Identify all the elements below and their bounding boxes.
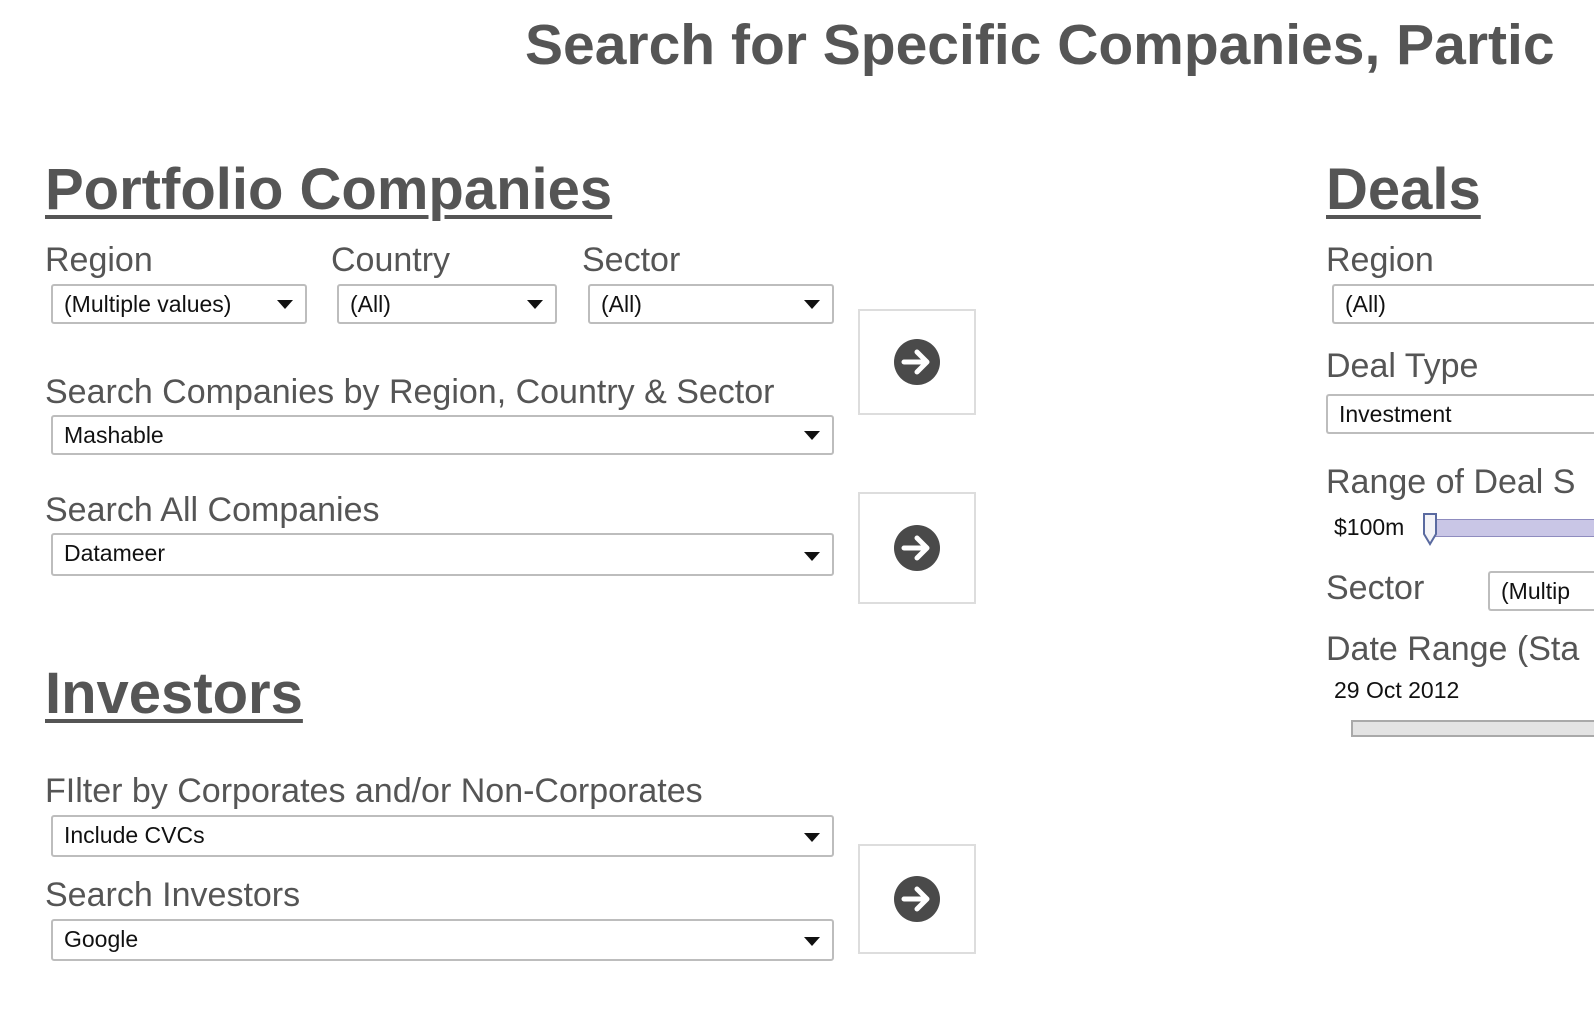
deals-region-value: (All) — [1345, 291, 1386, 317]
portfolio-region-label: Region — [45, 241, 153, 279]
portfolio-country-dropdown[interactable]: (All) — [337, 284, 557, 324]
deal-size-slider-track[interactable] — [1432, 519, 1594, 537]
caret-down-icon — [527, 300, 543, 309]
date-range-start-value: 29 Oct 2012 — [1334, 677, 1460, 703]
search-all-companies-label: Search All Companies — [45, 491, 380, 529]
deal-size-range-label: Range of Deal S — [1326, 463, 1576, 501]
portfolio-country-label: Country — [331, 241, 451, 279]
portfolio-region-value: (Multiple values) — [64, 291, 232, 317]
portfolio-sector-value: (All) — [601, 291, 642, 317]
caret-down-icon — [804, 552, 820, 561]
portfolio-region-dropdown[interactable]: (Multiple values) — [51, 284, 307, 324]
arrow-right-circle-icon — [894, 339, 940, 385]
deals-region-dropdown[interactable]: (All) — [1332, 284, 1594, 324]
deals-sector-value: (Multip — [1501, 578, 1571, 604]
search-investors-dropdown[interactable]: Google — [51, 919, 834, 961]
deals-sector-dropdown[interactable]: (Multip — [1488, 571, 1594, 611]
caret-down-icon — [804, 431, 820, 440]
caret-down-icon — [804, 833, 820, 842]
search-by-region-dropdown[interactable]: Mashable — [51, 415, 834, 455]
deal-type-dropdown[interactable]: Investment — [1326, 394, 1594, 434]
search-all-companies-value: Datameer — [64, 540, 165, 566]
deals-heading: Deals — [1326, 157, 1481, 222]
deal-type-label: Deal Type — [1326, 347, 1479, 385]
deals-sector-label: Sector — [1326, 569, 1425, 607]
caret-down-icon — [277, 300, 293, 309]
date-range-label: Date Range (Sta — [1326, 630, 1580, 668]
investors-heading: Investors — [45, 661, 303, 726]
go-button-region-search[interactable] — [858, 309, 976, 415]
arrow-right-circle-icon — [894, 876, 940, 922]
deal-type-value: Investment — [1339, 401, 1452, 427]
slider-handle-icon — [1423, 513, 1437, 546]
investor-filter-label: FIlter by Corporates and/or Non-Corporat… — [45, 772, 703, 810]
deal-size-min-value: $100m — [1334, 514, 1405, 540]
search-all-companies-dropdown[interactable]: Datameer — [51, 533, 834, 576]
arrow-right-circle-icon — [894, 525, 940, 571]
date-range-slider-track[interactable] — [1351, 720, 1594, 737]
investor-filter-value: Include CVCs — [64, 822, 205, 848]
search-by-region-value: Mashable — [64, 422, 164, 448]
search-by-region-label: Search Companies by Region, Country & Se… — [45, 373, 775, 411]
caret-down-icon — [804, 937, 820, 946]
go-button-all-companies[interactable] — [858, 492, 976, 604]
portfolio-companies-heading: Portfolio Companies — [45, 157, 613, 222]
page-title: Search for Specific Companies, Partic — [525, 13, 1555, 77]
caret-down-icon — [804, 300, 820, 309]
portfolio-sector-label: Sector — [582, 241, 681, 279]
portfolio-sector-dropdown[interactable]: (All) — [588, 284, 834, 324]
deal-size-slider-handle[interactable] — [1422, 512, 1438, 546]
portfolio-country-value: (All) — [350, 291, 391, 317]
search-investors-value: Google — [64, 926, 139, 952]
go-button-investors[interactable] — [858, 844, 976, 954]
investor-filter-dropdown[interactable]: Include CVCs — [51, 815, 834, 857]
deals-region-label: Region — [1326, 241, 1434, 279]
search-investors-label: Search Investors — [45, 876, 301, 914]
